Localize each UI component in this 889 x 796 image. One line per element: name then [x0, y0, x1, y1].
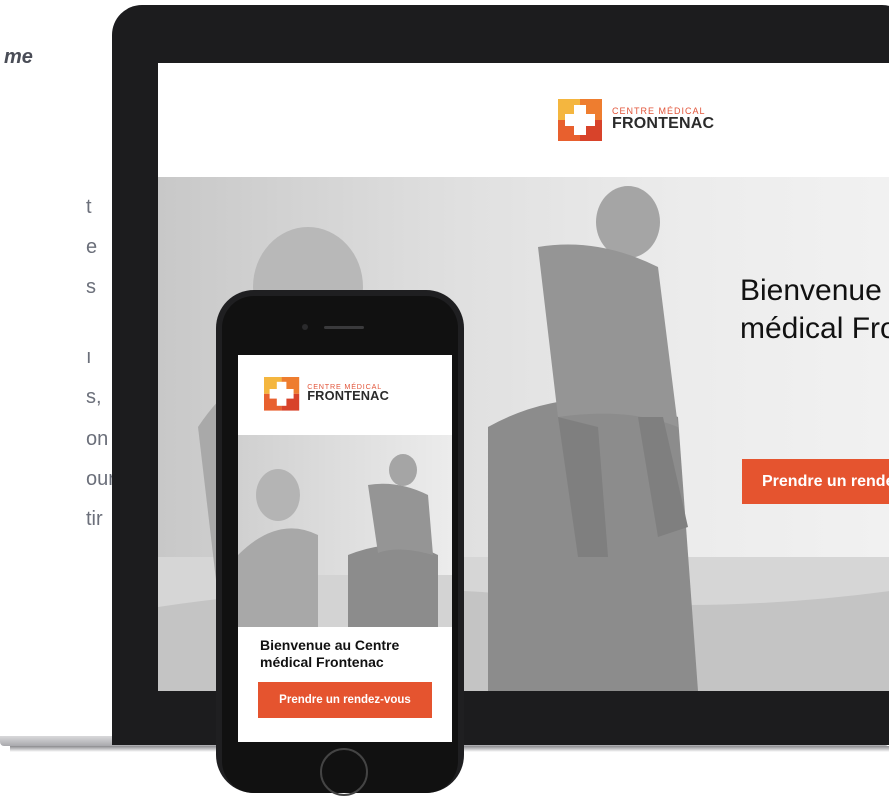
cropped-text-line: tir: [86, 508, 103, 530]
book-appointment-button-mobile[interactable]: Prendre un rendez-vous: [258, 682, 432, 718]
book-appointment-button[interactable]: Prendre un rendez-vous: [742, 459, 889, 504]
phone-frame: CENTRE MÉDICAL FRONTENAC Bienvenue au Ce…: [222, 296, 458, 796]
home-button-icon[interactable]: [320, 748, 368, 796]
cropped-text-column: me t e s ı s, on our tir: [0, 0, 120, 793]
speaker-grille: [324, 326, 364, 329]
hero-banner-mobile: [238, 435, 452, 627]
camera-icon: [302, 324, 308, 330]
hero-headline-mobile: Bienvenue au Centre médical Frontenac: [260, 637, 400, 670]
family-photo-illustration: [238, 454, 452, 627]
cropped-text-line: ı: [86, 346, 92, 368]
mobile-website-screen: CENTRE MÉDICAL FRONTENAC Bienvenue au Ce…: [238, 355, 452, 742]
medical-cross-logo-icon: [558, 99, 602, 141]
phone-device: CENTRE MÉDICAL FRONTENAC Bienvenue au Ce…: [216, 290, 464, 796]
cropped-text-line: on: [86, 428, 109, 450]
cropped-text-line: our: [86, 468, 115, 490]
cropped-text-line: t: [86, 196, 92, 218]
cropped-italic-heading: me: [4, 46, 33, 68]
hero-headline: Bienvenue au Centre médical Frontenac: [740, 274, 889, 345]
brand-logo[interactable]: CENTRE MÉDICAL FRONTENAC: [558, 99, 714, 141]
brand-name: FRONTENAC: [612, 115, 715, 133]
brand-name: FRONTENAC: [307, 390, 389, 404]
medical-cross-logo-icon: [264, 377, 300, 411]
cropped-text-line: s: [86, 276, 96, 298]
cropped-text-line: e: [86, 236, 98, 258]
brand-logo-mobile[interactable]: CENTRE MÉDICAL FRONTENAC: [264, 377, 389, 411]
cropped-text-line: s,: [86, 386, 102, 408]
